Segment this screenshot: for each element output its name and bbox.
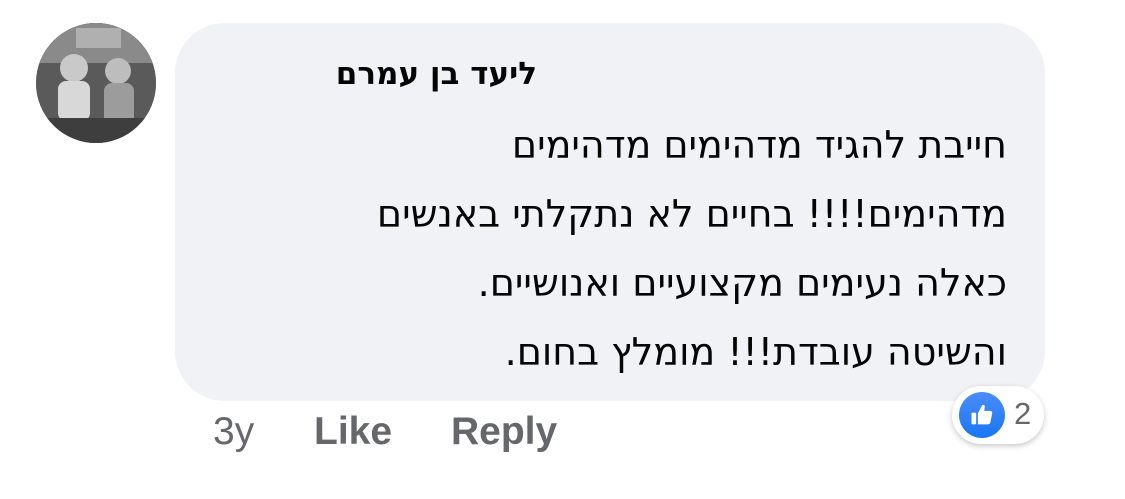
comment-author[interactable]: ליעד בן עמרם xyxy=(336,56,537,92)
like-thumb-icon xyxy=(959,392,1005,438)
like-button[interactable]: Like xyxy=(314,410,392,454)
comment-line: מדהימים!!!! בחיים לא נתקלתי באנשים xyxy=(376,192,1007,236)
reaction-count: 2 xyxy=(1014,396,1032,431)
avatar[interactable] xyxy=(36,23,156,143)
reaction-summary[interactable]: 2 xyxy=(952,386,1044,444)
avatar-photo xyxy=(36,23,156,143)
comment-text: חייבת להגיד מדהימים מדהימים מדהימים!!!! … xyxy=(187,111,1007,387)
reply-button[interactable]: Reply xyxy=(451,410,557,454)
comment-line: כאלה נעימים מקצועיים ואנושיים. xyxy=(477,261,1007,305)
comment-timestamp[interactable]: 3y xyxy=(213,410,254,454)
comment-line: והשיטה עובדת!!! מומלץ בחום. xyxy=(504,330,1007,374)
comment-line: חייבת להגיד מדהימים מדהימים xyxy=(511,123,1007,167)
